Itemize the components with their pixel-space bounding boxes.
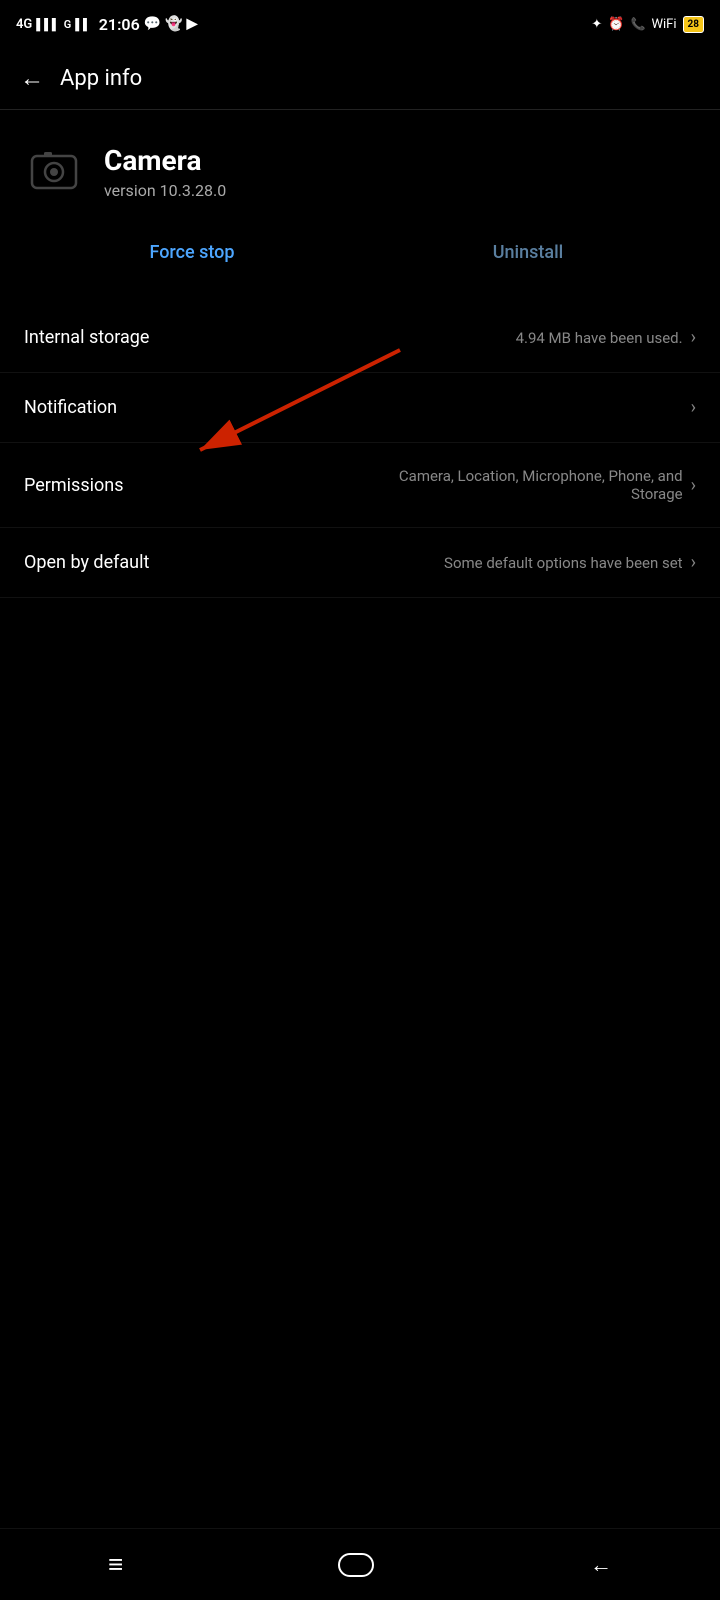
app-version: version 10.3.28.0 <box>104 181 226 200</box>
back-button[interactable]: ← <box>20 64 44 93</box>
action-buttons: Force stop Uninstall <box>0 226 720 303</box>
bluetooth-icon: ✦ <box>591 17 602 32</box>
notification-item[interactable]: Notification › <box>0 373 720 443</box>
wifi-icon: WiFi <box>651 17 676 32</box>
uninstall-button[interactable]: Uninstall <box>360 234 696 271</box>
battery-indicator: 28 <box>683 16 704 33</box>
permissions-value: Camera, Location, Microphone, Phone, and… <box>383 467 683 503</box>
status-right: ✦ ⏰ 📞 WiFi 28 <box>591 16 704 33</box>
internal-storage-label: Internal storage <box>24 327 149 348</box>
snapchat-icon: 👻 <box>165 16 182 32</box>
nav-back-icon[interactable]: ← <box>590 1552 612 1578</box>
status-bar: 4G ▌▌▌ G ▌▌ 21:06 💬 👻 ▶ ✦ ⏰ 📞 WiFi 28 <box>0 0 720 48</box>
open-by-default-item[interactable]: Open by default Some default options hav… <box>0 528 720 598</box>
notification-right: › <box>691 397 696 418</box>
open-by-default-label: Open by default <box>24 552 149 573</box>
whatsapp-icon: 💬 <box>144 16 161 32</box>
open-by-default-right: Some default options have been set › <box>444 552 696 573</box>
app-icon <box>24 142 84 202</box>
open-by-default-value: Some default options have been set <box>444 554 683 572</box>
secondary-network: G <box>64 18 72 31</box>
time: 21:06 <box>99 15 140 34</box>
youtube-icon: ▶ <box>187 16 198 32</box>
alarm-icon: ⏰ <box>608 17 624 32</box>
internal-storage-item[interactable]: Internal storage 4.94 MB have been used.… <box>0 303 720 373</box>
network-indicator: 4G <box>16 17 32 32</box>
app-info-section: Camera version 10.3.28.0 <box>0 110 720 226</box>
permissions-label: Permissions <box>24 475 124 496</box>
open-by-default-chevron: › <box>691 552 696 573</box>
page-title: App info <box>60 66 142 91</box>
bottom-navigation: ≡ ← <box>0 1528 720 1600</box>
app-details: Camera version 10.3.28.0 <box>104 144 226 201</box>
app-name: Camera <box>104 144 226 178</box>
status-left: 4G ▌▌▌ G ▌▌ 21:06 💬 👻 ▶ <box>16 15 197 34</box>
permissions-right: Camera, Location, Microphone, Phone, and… <box>383 467 696 503</box>
nav-home-icon[interactable] <box>338 1553 374 1577</box>
force-stop-button[interactable]: Force stop <box>24 234 360 271</box>
secondary-signal: ▌▌ <box>75 18 91 31</box>
phone-icon: 📞 <box>631 17 646 31</box>
internal-storage-value: 4.94 MB have been used. <box>516 329 683 347</box>
permissions-chevron: › <box>691 475 696 496</box>
permissions-item[interactable]: Permissions Camera, Location, Microphone… <box>0 443 720 528</box>
notification-chevron: › <box>691 397 696 418</box>
nav-menu-icon[interactable]: ≡ <box>108 1549 122 1580</box>
settings-list: Internal storage 4.94 MB have been used.… <box>0 303 720 598</box>
signal-bars: ▌▌▌ <box>36 18 59 31</box>
app-info-header: ← App info <box>0 48 720 110</box>
notification-label: Notification <box>24 397 117 418</box>
internal-storage-chevron: › <box>691 327 696 348</box>
internal-storage-right: 4.94 MB have been used. › <box>516 327 696 348</box>
